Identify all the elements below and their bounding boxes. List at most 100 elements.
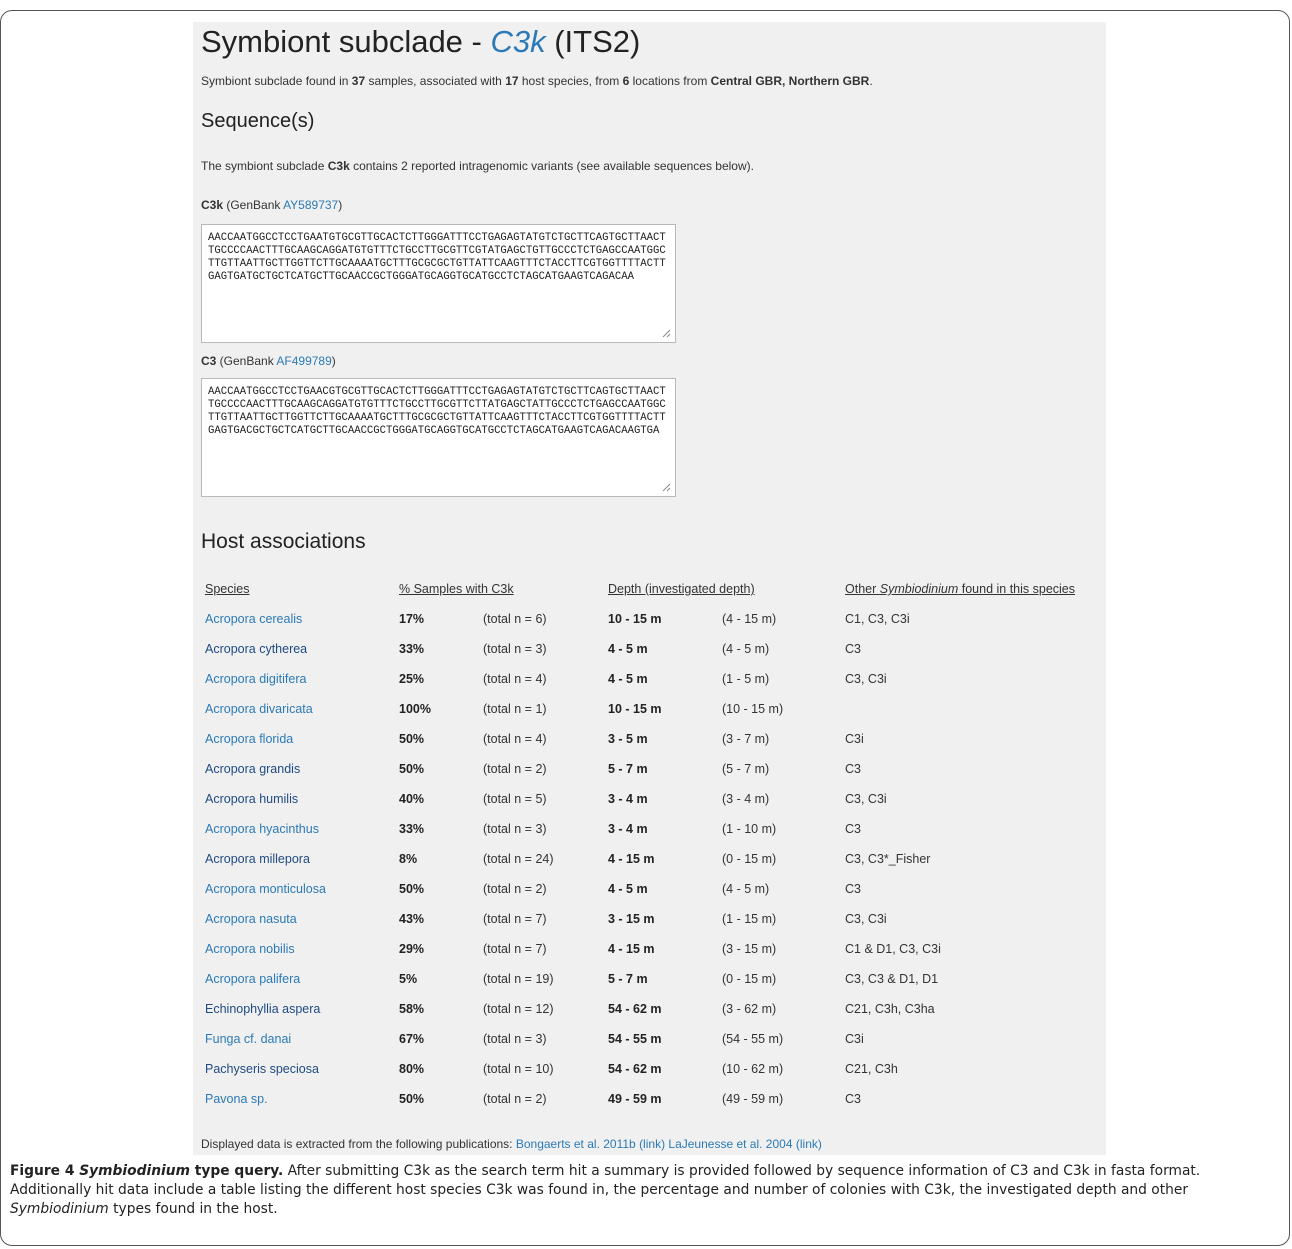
- other-symbiodinium: C3, C3*_Fisher: [845, 852, 931, 866]
- table-row: Acropora cytherea 33% (total n = 3) 4 - 5 m…: [193, 642, 1106, 672]
- other-symbiodinium: C3, C3i: [845, 672, 887, 686]
- symbiont-page: Symbiont subclade - C3k (ITS2) Symbiont …: [193, 22, 1106, 1155]
- other-symbiodinium: C3: [845, 882, 861, 896]
- species-link[interactable]: Acropora palifera: [205, 972, 300, 986]
- page-title: Symbiont subclade - C3k (ITS2): [201, 24, 641, 59]
- genbank-link-c3[interactable]: AF499789: [276, 354, 331, 368]
- table-row: Acropora nobilis 29% (total n = 7) 4 - 15 m…: [193, 942, 1106, 972]
- table-row: Pavona sp. 50% (total n = 2) 49 - 59 m (49 -…: [193, 1092, 1106, 1122]
- host-associations-heading: Host associations: [201, 530, 366, 553]
- total-n: (total n = 19): [483, 972, 554, 986]
- species-link[interactable]: Acropora hyacinthus: [205, 822, 319, 836]
- depth-range: 3 - 4 m: [608, 822, 648, 836]
- species-link[interactable]: Acropora nobilis: [205, 942, 295, 956]
- pct-samples: 5%: [399, 972, 418, 986]
- total-n: (total n = 10): [483, 1062, 554, 1076]
- species-link[interactable]: Acropora digitifera: [205, 672, 306, 686]
- other-symbiodinium: C3, C3 & D1, D1: [845, 972, 939, 986]
- caption-label: Figure 4 Symbiodinium type query.: [10, 1163, 284, 1179]
- pub-link-bongaerts[interactable]: Bongaerts et al. 2011b: [516, 1137, 636, 1151]
- total-n: (total n = 3): [483, 822, 547, 836]
- pct-samples: 58%: [399, 1002, 425, 1016]
- total-n: (total n = 2): [483, 882, 547, 896]
- depth-range: 4 - 5 m: [608, 642, 648, 656]
- table-row: Acropora digitifera 25% (total n = 4) 4 - 5…: [193, 672, 1106, 702]
- pct-samples: 33%: [399, 642, 425, 656]
- resize-grip-icon[interactable]: [661, 328, 671, 338]
- depth-range: 4 - 15 m: [608, 942, 655, 956]
- table-row: Acropora monticulosa 50% (total n = 2) 4 - …: [193, 882, 1106, 912]
- species-link[interactable]: Acropora humilis: [205, 792, 298, 806]
- species-link[interactable]: Acropora monticulosa: [205, 882, 326, 896]
- species-link[interactable]: Acropora grandis: [205, 762, 300, 776]
- table-row: Acropora divaricata 100% (total n = 1) 10 -…: [193, 702, 1106, 732]
- pct-samples: 43%: [399, 912, 425, 926]
- total-n: (total n = 24): [483, 852, 554, 866]
- table-row: Acropora millepora 8% (total n = 24) 4 - 15…: [193, 852, 1106, 882]
- total-n: (total n = 3): [483, 1032, 547, 1046]
- table-row: Echinophyllia aspera 58% (total n = 12) 54 …: [193, 1002, 1106, 1032]
- species-link[interactable]: Acropora divaricata: [205, 702, 313, 716]
- pct-samples: 33%: [399, 822, 425, 836]
- pct-samples: 29%: [399, 942, 425, 956]
- species-link[interactable]: Acropora nasuta: [205, 912, 297, 926]
- total-n: (total n = 2): [483, 1092, 547, 1106]
- total-n: (total n = 7): [483, 942, 547, 956]
- pct-samples: 17%: [399, 612, 425, 626]
- investigated-depth: (4 - 5 m): [722, 882, 770, 896]
- table-row: Acropora grandis 50% (total n = 2) 5 - 7 m (…: [193, 762, 1106, 792]
- total-n: (total n = 4): [483, 672, 547, 686]
- total-n: (total n = 12): [483, 1002, 554, 1016]
- header-species[interactable]: Species: [205, 582, 249, 596]
- table-row: Funga cf. danai 67% (total n = 3) 54 - 55 m…: [193, 1032, 1106, 1062]
- investigated-depth: (3 - 15 m): [722, 942, 777, 956]
- summary-text: Symbiont subclade found in 37 samples, a…: [201, 74, 873, 88]
- depth-range: 54 - 62 m: [608, 1002, 662, 1016]
- pct-samples: 50%: [399, 732, 425, 746]
- total-n: (total n = 2): [483, 762, 547, 776]
- species-link[interactable]: Acropora millepora: [205, 852, 310, 866]
- figure-caption: Figure 4 Symbiodinium type query. After …: [10, 1163, 1201, 1217]
- investigated-depth: (54 - 55 m): [722, 1032, 784, 1046]
- header-pct-samples[interactable]: % Samples with C3k: [399, 582, 514, 596]
- sequence-textarea-c3k[interactable]: AACCAATGGCCTCCTGAATGTGCGTTGCACTCTTGGGATT…: [201, 224, 676, 343]
- sequence-description: The symbiont subclade C3k contains 2 rep…: [201, 159, 754, 173]
- sequence-textarea-c3[interactable]: AACCAATGGCCTCCTGAACGTGCGTTGCACTCTTGGGATT…: [201, 378, 676, 497]
- depth-range: 5 - 7 m: [608, 762, 648, 776]
- header-other-symbiodinium[interactable]: Other Symbiodinium found in this species: [845, 582, 1075, 596]
- depth-range: 3 - 15 m: [608, 912, 655, 926]
- species-link[interactable]: Acropora florida: [205, 732, 293, 746]
- investigated-depth: (3 - 7 m): [722, 732, 770, 746]
- species-link[interactable]: Funga cf. danai: [205, 1032, 291, 1046]
- depth-range: 4 - 5 m: [608, 882, 648, 896]
- depth-range: 3 - 5 m: [608, 732, 648, 746]
- pct-samples: 25%: [399, 672, 425, 686]
- species-link[interactable]: Acropora cytherea: [205, 642, 307, 656]
- table-row: Acropora florida 50% (total n = 4) 3 - 5 m (…: [193, 732, 1106, 762]
- investigated-depth: (1 - 15 m): [722, 912, 777, 926]
- link-lajeunesse[interactable]: (link): [796, 1137, 822, 1151]
- sequence-heading: Sequence(s): [201, 110, 315, 132]
- pub-link-lajeunesse[interactable]: LaJeunesse et al. 2004: [668, 1137, 792, 1151]
- pct-samples: 100%: [399, 702, 431, 716]
- depth-range: 4 - 5 m: [608, 672, 648, 686]
- depth-range: 3 - 4 m: [608, 792, 648, 806]
- investigated-depth: (3 - 62 m): [722, 1002, 777, 1016]
- other-symbiodinium: C3: [845, 762, 861, 776]
- resize-grip-icon[interactable]: [661, 482, 671, 492]
- total-n: (total n = 3): [483, 642, 547, 656]
- other-symbiodinium: C3: [845, 822, 861, 836]
- investigated-depth: (4 - 15 m): [722, 612, 777, 626]
- investigated-depth: (1 - 10 m): [722, 822, 777, 836]
- genbank-link-c3k[interactable]: AY589737: [283, 198, 338, 212]
- subclade-name: C3k: [490, 24, 546, 59]
- other-symbiodinium: C3i: [845, 1032, 864, 1046]
- species-link[interactable]: Acropora cerealis: [205, 612, 302, 626]
- header-depth[interactable]: Depth (investigated depth): [608, 582, 755, 596]
- depth-range: 4 - 15 m: [608, 852, 655, 866]
- species-link[interactable]: Echinophyllia aspera: [205, 1002, 320, 1016]
- table-row: Acropora palifera 5% (total n = 19) 5 - 7 m…: [193, 972, 1106, 1002]
- species-link[interactable]: Pachyseris speciosa: [205, 1062, 319, 1076]
- species-link[interactable]: Pavona sp.: [205, 1092, 268, 1106]
- link-bongaerts[interactable]: (link): [639, 1137, 665, 1151]
